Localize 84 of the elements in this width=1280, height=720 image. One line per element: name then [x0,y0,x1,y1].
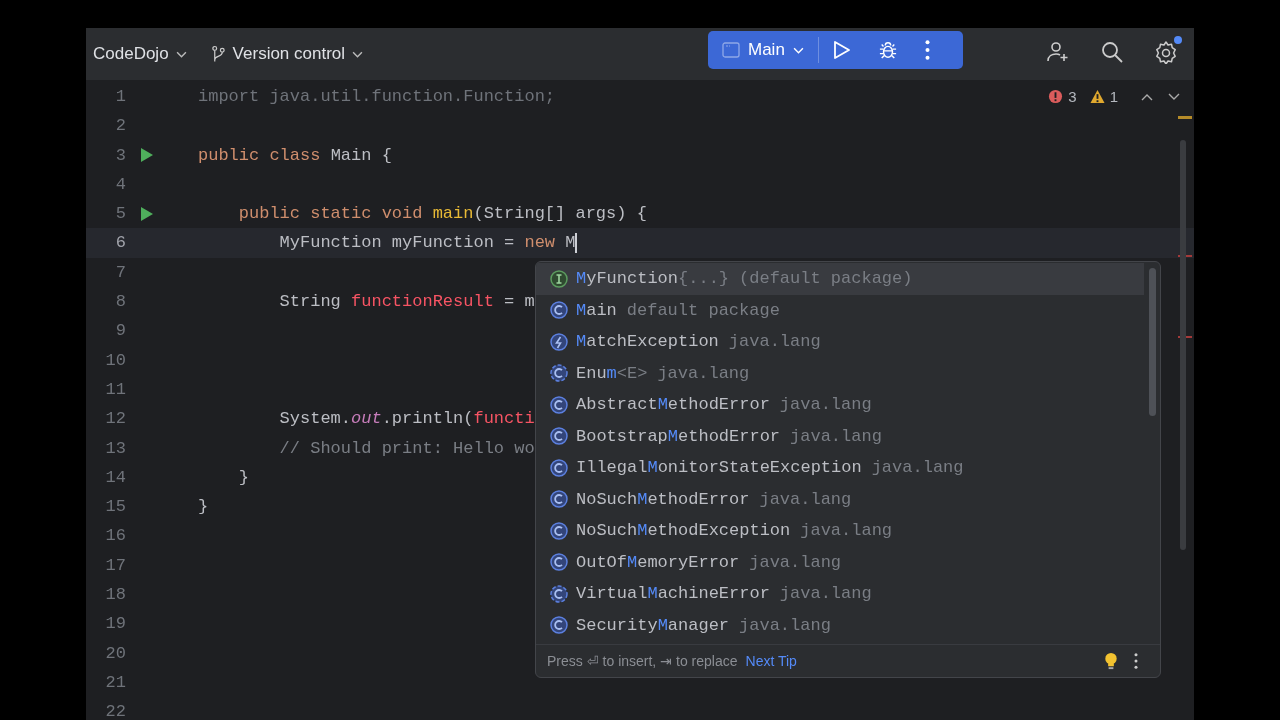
line-number: 19 [104,613,126,636]
next-tip-link[interactable]: Next Tip [745,653,797,669]
class-icon [550,458,568,477]
line-number: 16 [104,525,126,548]
class-icon [550,301,568,320]
abstract-class-icon [550,364,568,383]
error-count: 3 [1068,88,1077,105]
class-icon [550,427,568,446]
code-line: // Should print: Hello wo [278,437,535,460]
scrollbar[interactable] [1180,140,1186,550]
completion-item[interactable]: AbstractMethodError java.lang [536,389,1144,421]
error-icon[interactable] [1048,89,1064,104]
line-number: 17 [104,554,126,577]
completion-item[interactable]: Enum<E> java.lang [536,357,1144,389]
line-number: 12 [104,408,126,431]
window-icon [722,42,740,58]
class-icon [550,490,568,509]
line-number: 18 [104,584,126,607]
more-icon[interactable] [1134,653,1138,669]
line-number: 2 [114,115,126,138]
line-number: 8 [114,291,126,314]
code-line: import java.util.function.Function; [198,86,556,108]
line-number: 15 [104,496,126,519]
add-user-icon[interactable] [1046,40,1070,64]
completion-item[interactable]: IllegalMonitorStateException java.lang [536,452,1144,484]
previous-highlight-icon[interactable] [1141,92,1153,101]
code-line: MyFunction myFunction = new M [278,232,578,256]
next-highlight-icon[interactable] [1168,92,1180,101]
completion-item[interactable]: NoSuchMethodException java.lang [536,515,1144,547]
code-line: } [198,496,209,519]
completion-item[interactable]: NoSuchMethodError java.lang [536,483,1144,515]
popup-scrollbar[interactable] [1149,268,1156,416]
version-control-menu[interactable]: Version control [203,40,371,68]
class-icon [550,616,568,635]
search-icon[interactable] [1100,40,1124,64]
hint-text: Press ⏎ to insert, ⇥ to replace [547,653,738,669]
warning-icon[interactable] [1089,89,1105,104]
run-icon[interactable] [832,40,851,60]
line-number: 7 [114,261,126,284]
line-number: 21 [104,671,126,694]
class-icon [550,395,568,414]
completion-item[interactable]: OutOfMemoryError java.lang [536,546,1144,578]
branch-icon [210,45,226,63]
exception-icon [550,332,568,351]
interface-icon [550,269,568,288]
chevron-down-icon [175,50,187,58]
line-number: 10 [104,349,126,372]
completion-item[interactable]: BootstrapMethodError java.lang [536,420,1144,452]
warning-count: 1 [1109,88,1118,105]
line-number: 22 [104,701,126,720]
run-gutter-icon[interactable] [140,147,154,164]
code-line: public static void main(String[] args) { [237,203,647,226]
line-number: 6 [114,232,126,255]
line-number: 4 [114,173,126,196]
line-number: 3 [114,144,126,167]
class-icon [550,521,568,540]
completion-item[interactable]: MyFunction{...} (default package) [536,263,1144,295]
line-number: 13 [104,437,126,460]
line-number: 9 [114,320,126,343]
project-menu[interactable]: CodeDojo [86,40,194,68]
warning-stripe-mark [1178,116,1192,119]
completion-item[interactable]: VirtualMachineError java.lang [536,578,1144,610]
completion-item[interactable]: MatchException java.lang [536,326,1144,358]
line-number: 20 [104,642,126,665]
code-line: } [237,466,249,489]
run-gutter-icon[interactable] [140,205,154,222]
debug-bug-icon[interactable] [878,40,897,60]
run-configuration-menu[interactable]: Main [718,38,808,62]
line-number: 14 [104,466,126,489]
more-icon[interactable] [924,40,930,60]
line-number: 1 [114,86,126,108]
code-line: System.out.println(functi [278,408,535,431]
line-number: 5 [114,203,126,226]
abstract-class-icon [550,584,568,603]
code-line: String functionResult = m [278,291,535,314]
settings-icon[interactable] [1154,40,1178,64]
lightbulb-icon[interactable] [1104,651,1118,671]
completion-item[interactable]: Main default package [536,294,1144,326]
line-number: 11 [104,378,126,401]
chevron-down-icon [352,50,364,58]
class-icon [550,553,568,572]
chevron-down-icon [792,46,804,54]
completion-item[interactable]: SecurityManager java.lang [536,609,1144,641]
code-line: public class Main { [198,144,392,167]
